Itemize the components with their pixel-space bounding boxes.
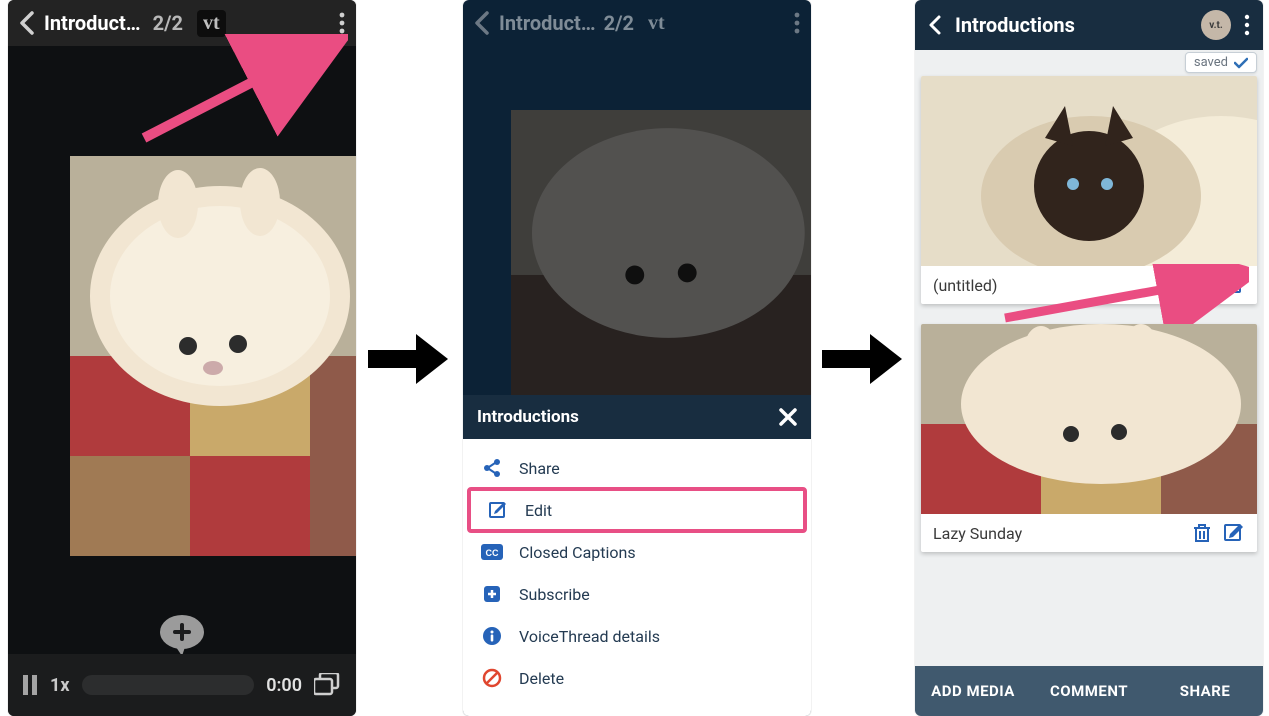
menu-item-details[interactable]: VoiceThread details [463,615,811,657]
slide-thumbnail [921,76,1257,266]
tiles-icon[interactable] [314,673,342,697]
menu-item-cc[interactable]: CC Closed Captions [463,531,811,573]
player-bottombar: 1x 0:00 [8,654,356,716]
editor-title: Introductions [955,13,1075,37]
menu-item-share[interactable]: Share [463,447,811,489]
back-icon [473,10,491,36]
button-label: SHARE [1180,682,1231,700]
pause-icon[interactable] [22,675,38,695]
player-stage[interactable] [8,46,356,654]
menu-item-subscribe[interactable]: Subscribe [463,573,811,615]
cc-icon: CC [481,544,503,560]
slide-card[interactable]: Lazy Sunday [921,324,1257,552]
dim-page-indicator: 2/2 [604,11,634,35]
menu-header: Introductions [463,395,811,439]
more-menu-icon[interactable] [1243,13,1251,37]
svg-text:CC: CC [486,548,499,558]
edit-icon [487,500,509,520]
share-button[interactable]: SHARE [1147,666,1263,716]
flow-arrow-icon [822,330,902,388]
dim-title: Introduct… [499,11,596,35]
editor-topbar: Introductions v.t. [915,0,1263,50]
vt-badge[interactable]: vt [197,10,226,37]
slide-image [70,156,356,556]
avatar[interactable]: v.t. [1201,10,1231,40]
saved-label: saved [1194,55,1228,70]
add-comment-button[interactable] [152,614,212,658]
menu-label: Closed Captions [519,543,636,562]
edit-icon[interactable] [1223,274,1245,296]
more-menu-icon[interactable] [338,10,346,36]
editor-bottombar: ADD MEDIA COMMENT SHARE [915,666,1263,716]
flow-arrow-icon [368,330,448,388]
menu-label: Edit [525,501,552,520]
trash-icon[interactable] [1191,522,1213,544]
slide-caption: (untitled) [933,276,1181,295]
player-title: Introduct… [44,11,141,35]
saved-indicator: saved [1185,52,1257,73]
dim-vt-badge: vt [648,12,665,35]
delete-icon [481,668,503,688]
edit-icon[interactable] [1223,522,1245,544]
info-icon [481,626,503,646]
more-menu-icon [793,10,801,36]
slide-list[interactable]: (untitled) [921,76,1257,666]
back-icon[interactable] [927,14,943,36]
button-label: COMMENT [1050,682,1128,700]
add-media-button[interactable]: ADD MEDIA [915,666,1031,716]
menu-title: Introductions [477,407,579,427]
dimmed-topbar: Introduct… 2/2 vt [463,0,811,46]
button-label: ADD MEDIA [931,682,1015,700]
slide-caption-row: Lazy Sunday [921,514,1257,552]
menu-label: Share [519,459,560,478]
slide-card[interactable]: (untitled) [921,76,1257,304]
slide-caption-row: (untitled) [921,266,1257,304]
screen-player: Introduct… 2/2 vt [8,0,356,716]
playback-time: 0:00 [266,675,302,696]
trash-icon[interactable] [1191,274,1213,296]
dimmed-slide-image [511,110,811,398]
slide-thumbnail [921,324,1257,514]
page-indicator: 2/2 [153,11,183,35]
subscribe-icon [481,584,503,604]
player-topbar: Introduct… 2/2 vt [8,0,356,46]
progress-bar[interactable] [82,675,255,695]
close-icon[interactable] [779,408,797,426]
share-icon [481,458,503,478]
playback-speed[interactable]: 1x [50,675,70,696]
menu-label: VoiceThread details [519,627,660,646]
menu-item-delete[interactable]: Delete [463,657,811,699]
context-menu: Share Edit CC Closed Captions Subscribe [463,439,811,716]
menu-label: Delete [519,669,564,688]
screen-editor: Introductions v.t. saved [915,0,1263,716]
check-icon [1234,57,1248,69]
screen-menu: Introduct… 2/2 vt Introductions [463,0,811,716]
menu-item-edit[interactable]: Edit [469,489,805,531]
slide-caption: Lazy Sunday [933,524,1181,543]
menu-label: Subscribe [519,585,590,604]
back-icon[interactable] [18,10,36,36]
comment-button[interactable]: COMMENT [1031,666,1147,716]
